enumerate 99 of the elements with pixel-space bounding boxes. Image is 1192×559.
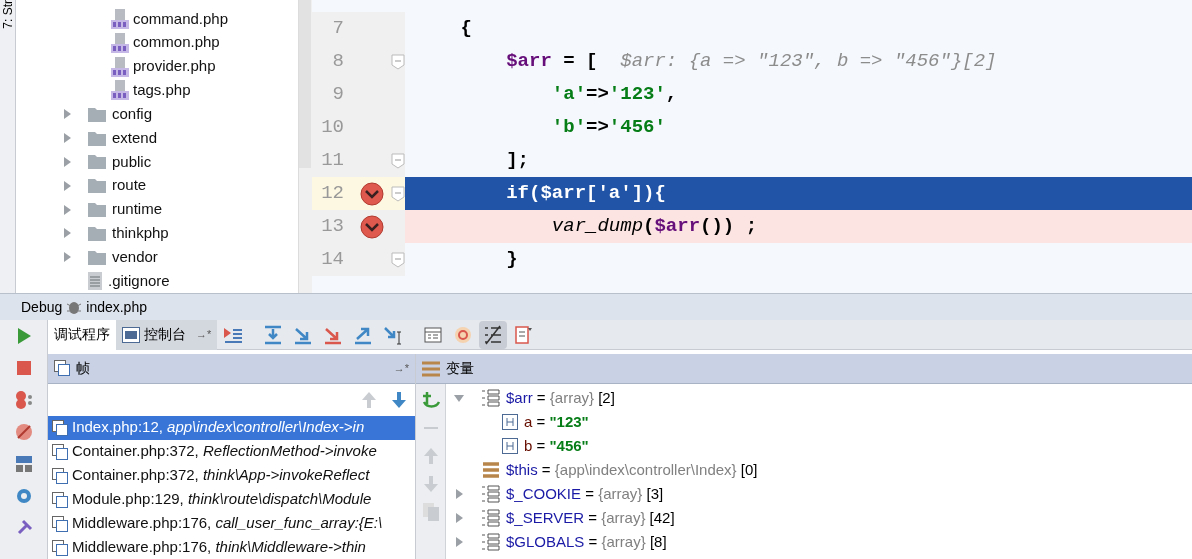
tree-item[interactable]: provider.php (133, 55, 216, 78)
frame-row[interactable]: Module.php:129, think\route\dispatch\Module (48, 487, 415, 512)
field-icon (502, 414, 518, 430)
variable-entry[interactable]: $_COOKIE = {array} [3] (506, 482, 664, 506)
php-file-icon (111, 8, 129, 29)
variable-entry[interactable]: $GLOBALS = {array} [8] (506, 530, 667, 554)
tree-item[interactable]: config (112, 102, 153, 126)
array-icon (482, 485, 500, 503)
up-arrow-icon[interactable] (361, 390, 377, 409)
expand-arrow-icon[interactable] (62, 180, 72, 191)
console-icon (122, 326, 140, 343)
variables-icon (422, 360, 440, 377)
fold-marker-icon[interactable] (391, 152, 405, 169)
tree-item[interactable]: route (112, 174, 147, 197)
object-icon (482, 461, 500, 479)
tree-item[interactable]: .gitignore (108, 269, 170, 293)
folder-icon (88, 178, 106, 194)
line-number: 8 (331, 49, 344, 75)
expand-arrow-icon[interactable] (454, 537, 464, 547)
frame-icon (52, 443, 68, 460)
fold-marker-icon[interactable] (391, 251, 405, 268)
line-number: 12 (320, 181, 344, 207)
folder-icon (88, 225, 106, 241)
frames-icon (54, 360, 70, 377)
fold-marker-icon[interactable] (391, 185, 405, 202)
variable-entry[interactable]: $_SERVER = {array} [42] (506, 506, 675, 530)
array-icon (482, 533, 500, 551)
tree-item[interactable]: common.php (133, 31, 220, 54)
copy-icon[interactable] (421, 502, 440, 522)
frame-icon (52, 539, 68, 556)
expand-arrow-icon[interactable] (62, 204, 72, 215)
field-icon (502, 438, 518, 454)
frame-row[interactable]: Container.php:372, think\App->invokeReflect (48, 463, 415, 488)
expand-arrow-icon[interactable] (62, 156, 72, 167)
tree-item[interactable]: tags.php (133, 79, 191, 102)
expand-arrow-icon[interactable] (62, 252, 72, 263)
debug-tab[interactable]: 调试程序 (48, 319, 116, 350)
down-arrow-icon[interactable] (391, 390, 407, 409)
frame-icon (52, 515, 68, 532)
code-line: { (459, 16, 473, 42)
line-number: 11 (320, 148, 344, 174)
line-number: 7 (331, 16, 344, 42)
up-arrow-icon[interactable] (422, 446, 439, 466)
line-number: 13 (320, 214, 344, 240)
side-tab[interactable]: 7: Str (0, 0, 15, 29)
code-line: 'a'=>'123', (550, 82, 679, 108)
tree-item[interactable]: extend (112, 126, 158, 150)
expand-arrow-icon[interactable] (62, 133, 72, 144)
list-icon[interactable] (479, 320, 508, 349)
array-icon (482, 509, 500, 527)
line-number: 9 (331, 82, 344, 108)
code-line: 'b'=>'456' (550, 115, 667, 141)
folder-icon (88, 130, 106, 146)
breakpoint-icon[interactable] (360, 214, 384, 239)
frame-icon (52, 467, 68, 484)
expand-arrow-icon[interactable] (454, 513, 464, 523)
tree-item[interactable]: command.php (133, 7, 229, 31)
variable-entry[interactable]: $this = {app\index\controller\Index} [0] (506, 458, 758, 482)
line-number: 10 (320, 115, 344, 141)
php-file-icon (111, 32, 129, 53)
php-file-icon (111, 56, 129, 77)
debug-title: Debug (21, 297, 63, 317)
fold-marker-icon[interactable] (391, 53, 405, 70)
variable-entry[interactable]: b = "456" (524, 434, 589, 458)
tree-item[interactable]: vendor (112, 245, 158, 269)
frame-row[interactable]: Index.php:12, app\index\controller\Index->in (48, 415, 415, 440)
array-icon (482, 389, 500, 407)
expand-arrow-icon[interactable] (454, 393, 464, 403)
expand-arrow-icon[interactable] (62, 228, 72, 239)
tree-item[interactable]: public (112, 150, 152, 174)
code-line: } (505, 247, 519, 273)
frame-icon (52, 491, 68, 508)
pin-button[interactable]: →* (393, 360, 409, 377)
scrollbar-thumb[interactable] (299, 0, 311, 168)
code-line: ]; (505, 148, 531, 174)
variables-title: 变量 (446, 359, 474, 378)
tree-item[interactable]: runtime (112, 198, 163, 221)
line-number: 14 (320, 247, 344, 273)
folder-icon (88, 202, 106, 218)
variable-entry[interactable]: a = "123" (524, 410, 589, 434)
frame-row[interactable]: Middleware.php:176, think\Middleware->thin (48, 535, 415, 559)
code-line: $arr = [ $arr: {a => "123", b => "456"}[2] (505, 49, 998, 75)
variable-entry[interactable]: $arr = {array} [2] (506, 386, 615, 410)
folder-icon (88, 154, 106, 170)
bug-icon (66, 299, 83, 315)
debug-tab[interactable]: 控制台 →* (116, 319, 218, 350)
expand-arrow-icon[interactable] (62, 109, 72, 120)
breakpoint-icon[interactable] (360, 181, 384, 206)
folder-icon (88, 249, 106, 265)
tree-item[interactable]: thinkphp (112, 222, 169, 245)
frame-icon (52, 419, 68, 436)
expand-arrow-icon[interactable] (454, 489, 464, 499)
text-file-icon (88, 272, 102, 290)
debug-config-name[interactable]: index.php (86, 296, 147, 318)
frames-title: 帧 (76, 358, 90, 378)
frame-row[interactable]: Container.php:372, ReflectionMethod->invoke (48, 439, 415, 464)
frame-row[interactable]: Middleware.php:176, call_user_func_array:{E:\ (48, 511, 415, 536)
php-file-icon (111, 80, 129, 101)
folder-icon (88, 106, 106, 122)
